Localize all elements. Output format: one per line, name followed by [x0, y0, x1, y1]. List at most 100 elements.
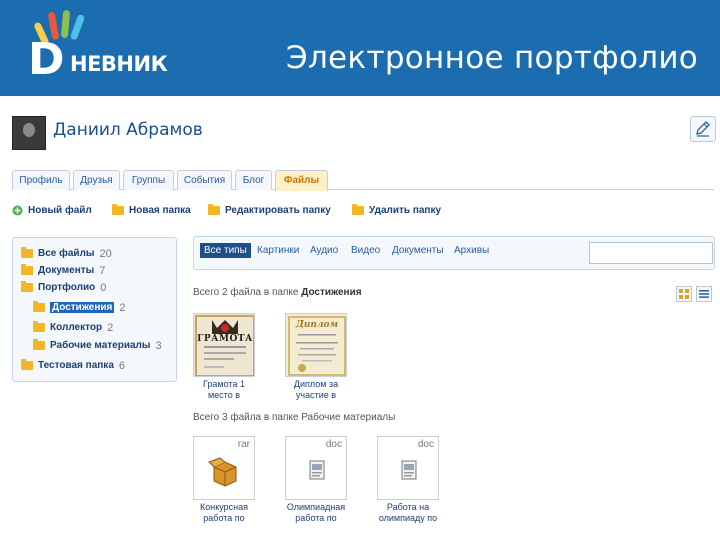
- delete-folder-label: Удалить папку: [369, 205, 442, 216]
- filter-images[interactable]: Картинки: [257, 245, 299, 256]
- tree-item-achievements[interactable]: Достижения 2: [33, 300, 126, 315]
- folder-icon: [33, 321, 45, 332]
- delete-folder-button[interactable]: Удалить папку: [352, 204, 442, 216]
- edit-folder-label: Редактировать папку: [225, 205, 331, 216]
- diploma-title: Диплом: [295, 320, 339, 330]
- search-input[interactable]: [589, 242, 713, 264]
- tab-friends[interactable]: Друзья: [73, 170, 120, 190]
- file-name-line2: работа по: [203, 513, 245, 523]
- folder-icon: [33, 339, 45, 350]
- tree-item-label: Рабочие материалы: [50, 340, 151, 351]
- file-name: Грамота 1: [203, 379, 245, 389]
- dnevnik-logo[interactable]: D НЕВНИК: [14, 8, 174, 88]
- tree-item-count: 0: [100, 281, 107, 294]
- list-icon: [699, 290, 709, 298]
- edit-folder-icon: [208, 204, 220, 215]
- tree-item-label: Все файлы: [38, 248, 95, 259]
- filter-documents[interactable]: Документы: [392, 245, 444, 256]
- grid-view-button[interactable]: [676, 286, 692, 302]
- certificate-image: [194, 314, 254, 376]
- tree-item-test-folder[interactable]: Тестовая папка 6: [21, 358, 125, 373]
- tree-item-count: 3: [155, 339, 162, 352]
- tree-item-count: 20: [99, 247, 112, 260]
- filter-audio[interactable]: Аудио: [310, 245, 338, 256]
- folder-tree: Все файлы 20 Документы 7 Портфолио 0 Дос…: [12, 237, 177, 382]
- user-name[interactable]: Даниил Абрамов: [53, 120, 203, 140]
- view-mode-switch: [676, 286, 716, 304]
- list-view-button[interactable]: [696, 286, 712, 302]
- section-title-work-materials: Всего 3 файла в папке Рабочие материалы: [193, 412, 395, 423]
- new-folder-button[interactable]: Новая папка: [112, 204, 191, 216]
- tree-item-portfolio[interactable]: Портфолио 0: [21, 280, 106, 295]
- page-title: Электронное портфолио: [286, 40, 699, 76]
- new-folder-icon: [112, 204, 124, 215]
- folder-icon: [21, 264, 33, 275]
- file-thumbnail: doc: [285, 436, 347, 500]
- file-thumbnail: Диплом: [285, 313, 347, 377]
- delete-folder-icon: [352, 204, 364, 215]
- edit-folder-button[interactable]: Редактировать папку: [208, 204, 331, 216]
- edit-profile-button[interactable]: [690, 116, 716, 142]
- archive-box-icon: [208, 457, 237, 487]
- section-title-prefix: Всего 2 файла в папке: [193, 287, 299, 298]
- file-tile[interactable]: doc Работа на олимпиаду по: [377, 436, 447, 524]
- section-folder-name: Достижения: [301, 287, 362, 298]
- new-folder-label: Новая папка: [129, 205, 191, 216]
- new-file-label: Новый файл: [28, 205, 92, 216]
- folder-icon: [21, 247, 33, 258]
- file-tile[interactable]: doc Олимпиадная работа по: [285, 436, 355, 524]
- file-name: Конкурсная: [199, 502, 248, 512]
- folder-icon: [21, 359, 33, 370]
- tree-item-documents[interactable]: Документы 7: [21, 263, 105, 278]
- tree-item-label: Документы: [38, 265, 95, 276]
- file-type-filter: Все типы Картинки Аудио Видео Документы …: [193, 236, 715, 270]
- tab-groups[interactable]: Группы: [123, 170, 174, 190]
- document-icon: [401, 460, 417, 480]
- folder-icon: [21, 281, 33, 292]
- app-header: D НЕВНИК Электронное портфолио: [0, 0, 720, 96]
- file-name-line2: место в: [207, 390, 240, 400]
- tree-item-label: Портфолио: [38, 282, 96, 293]
- add-file-icon: [12, 205, 23, 216]
- section-title-achievements: Всего 2 файла в папке Достижения: [193, 287, 362, 298]
- pencil-icon: [696, 121, 710, 137]
- file-thumbnail: ГРАМОТА: [193, 313, 255, 377]
- file-thumbnail: doc: [377, 436, 439, 500]
- file-thumbnail: rar: [193, 436, 255, 500]
- file-name: Олимпиадная: [286, 502, 346, 512]
- folder-icon: [33, 301, 45, 312]
- section-title-prefix: Всего 3 файла в папке Рабочие материалы: [193, 412, 396, 423]
- tree-item-label: Коллектор: [50, 322, 103, 333]
- logo-letter: D: [28, 34, 65, 85]
- tab-profile[interactable]: Профиль: [12, 170, 70, 190]
- filter-video[interactable]: Видео: [351, 245, 380, 256]
- file-tile[interactable]: Диплом Диплом за участие в: [285, 313, 355, 401]
- tree-item-label: Тестовая папка: [38, 360, 114, 371]
- tree-item-label: Достижения: [50, 302, 115, 313]
- tree-item-count: 7: [99, 264, 106, 277]
- tree-item-all-files[interactable]: Все файлы 20: [21, 246, 112, 261]
- file-name: Диплом за: [293, 379, 339, 389]
- filter-all-types[interactable]: Все типы: [200, 243, 251, 258]
- file-name-line2: работа по: [295, 513, 337, 523]
- tab-files[interactable]: Файлы: [275, 170, 328, 191]
- avatar[interactable]: [12, 116, 46, 150]
- profile-tabs: Профиль Друзья Группы События Блог Файлы: [12, 170, 714, 191]
- filter-archives[interactable]: Архивы: [454, 245, 489, 256]
- document-icon: [309, 460, 325, 480]
- tab-events[interactable]: События: [177, 170, 232, 190]
- file-name-line2: участие в: [295, 390, 337, 400]
- file-tile[interactable]: rar Конкурсная работа по: [193, 436, 263, 524]
- tree-item-collector[interactable]: Коллектор 2: [33, 320, 113, 335]
- tree-item-count: 2: [119, 301, 126, 314]
- files-toolbar: Новый файл Новая папка Редактировать пап…: [12, 204, 612, 221]
- file-name-line2: олимпиаду по: [378, 513, 438, 523]
- new-file-button[interactable]: Новый файл: [12, 205, 92, 216]
- logo-text: НЕВНИК: [70, 52, 168, 76]
- grid-icon: [679, 289, 689, 299]
- file-name: Работа на: [386, 502, 430, 512]
- tree-item-count: 2: [107, 321, 114, 334]
- file-tile[interactable]: ГРАМОТА Грамота 1 место в: [193, 313, 263, 401]
- tree-item-work-materials[interactable]: Рабочие материалы 3: [33, 338, 162, 353]
- tab-blog[interactable]: Блог: [235, 170, 272, 190]
